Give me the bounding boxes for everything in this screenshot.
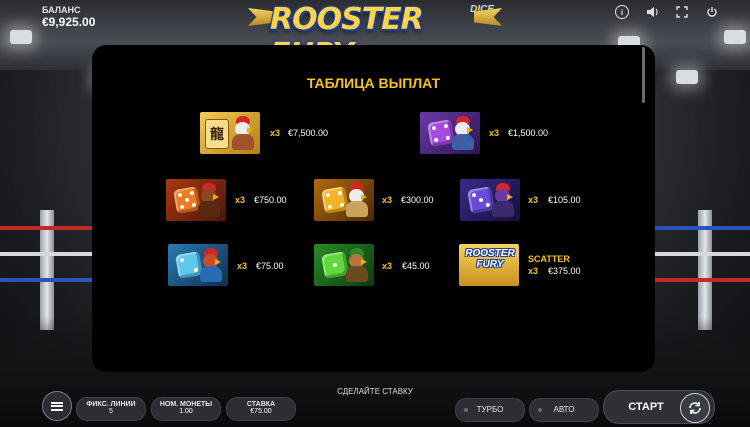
info-icon[interactable]: i [614,4,630,20]
fullscreen-icon[interactable] [674,4,690,20]
coin-value-label: НОМ. МОНЕТЫ [159,401,213,408]
fixed-lines-button[interactable]: ФИКС. ЛИНИИ 5 [76,397,146,421]
balance-label: БАЛАНС [42,5,81,15]
payout-multiplier: x3 [382,261,393,271]
payout-multiplier: x3 [489,128,500,138]
sound-icon[interactable] [644,4,660,20]
coin-value-value: 1.00 [179,408,193,415]
payout-multiplier: x3 [270,128,281,138]
ring-rope [0,252,92,256]
payout-amount: €1,500.00 [508,128,549,138]
menu-button[interactable] [42,391,72,421]
turbo-toggle[interactable]: ТУРБО [455,398,525,422]
stage-lamp [10,30,32,44]
fixed-lines-label: ФИКС. ЛИНИИ [86,401,136,408]
symbol-green-die-rooster [314,244,374,286]
payout-multiplier: x3 [528,195,539,205]
ring-rope [0,226,92,230]
game-logo: ROOSTER FURY DICE [248,0,502,72]
auto-label: АВТО [553,405,575,414]
stage-lamp [676,70,698,84]
symbol-scatter-logo: ROOSTER FURY [459,244,519,286]
payout-amount: €75.00 [256,261,284,271]
stage-lamp [724,30,746,44]
scatter-label: SCATTER [528,254,570,264]
coin-value-button[interactable]: НОМ. МОНЕТЫ 1.00 [151,397,221,421]
ring-rope [655,252,750,256]
power-icon[interactable] [704,4,720,20]
payout-multiplier: x3 [235,195,246,205]
payout-multiplier: x3 [237,261,248,271]
symbol-gold-tile-rooster: 龍 [200,112,260,154]
start-button[interactable]: СТАРТ [603,390,715,424]
spin-arrows-icon[interactable] [680,393,710,423]
payout-amount: €105.00 [548,195,581,205]
fixed-lines-value: 5 [109,408,113,415]
payout-multiplier: x3 [528,266,539,276]
top-icon-bar: i [614,4,720,20]
hamburger-icon [51,401,63,411]
payout-amount: €300.00 [401,195,434,205]
symbol-yellow-die-rooster [314,179,374,221]
payout-amount: €7,500.00 [288,128,329,138]
balance-value: €9,925.00 [42,15,96,29]
scatter-logo-text: ROOSTER FURY [465,248,515,270]
auto-toggle[interactable]: АВТО [529,398,599,422]
bet-button[interactable]: СТАВКА €75.00 [226,397,296,421]
symbol-violet-die-rooster [460,179,520,221]
symbol-purple-die-rooster [420,112,480,154]
payout-amount: €750.00 [254,195,287,205]
ring-rope [0,278,92,282]
turbo-label: ТУРБО [476,405,504,414]
paytable-title: ТАБЛИЦА ВЫПЛАТ [306,75,441,91]
bet-value: €75.00 [250,408,272,415]
ring-rope [655,226,750,230]
payout-amount: €375.00 [548,266,581,276]
ring-rope [655,278,750,282]
bet-label: СТАВКА [246,401,276,408]
start-label: СТАРТ [628,401,664,413]
symbol-cyan-die-rooster [168,244,228,286]
symbol-orange-die-rooster [166,179,226,221]
paytable-panel: ТАБЛИЦА ВЫПЛАТ 龍 x3 €7,500.00 x3 €1,500.… [92,45,655,372]
payout-amount: €45.00 [402,261,430,271]
payout-multiplier: x3 [382,195,393,205]
